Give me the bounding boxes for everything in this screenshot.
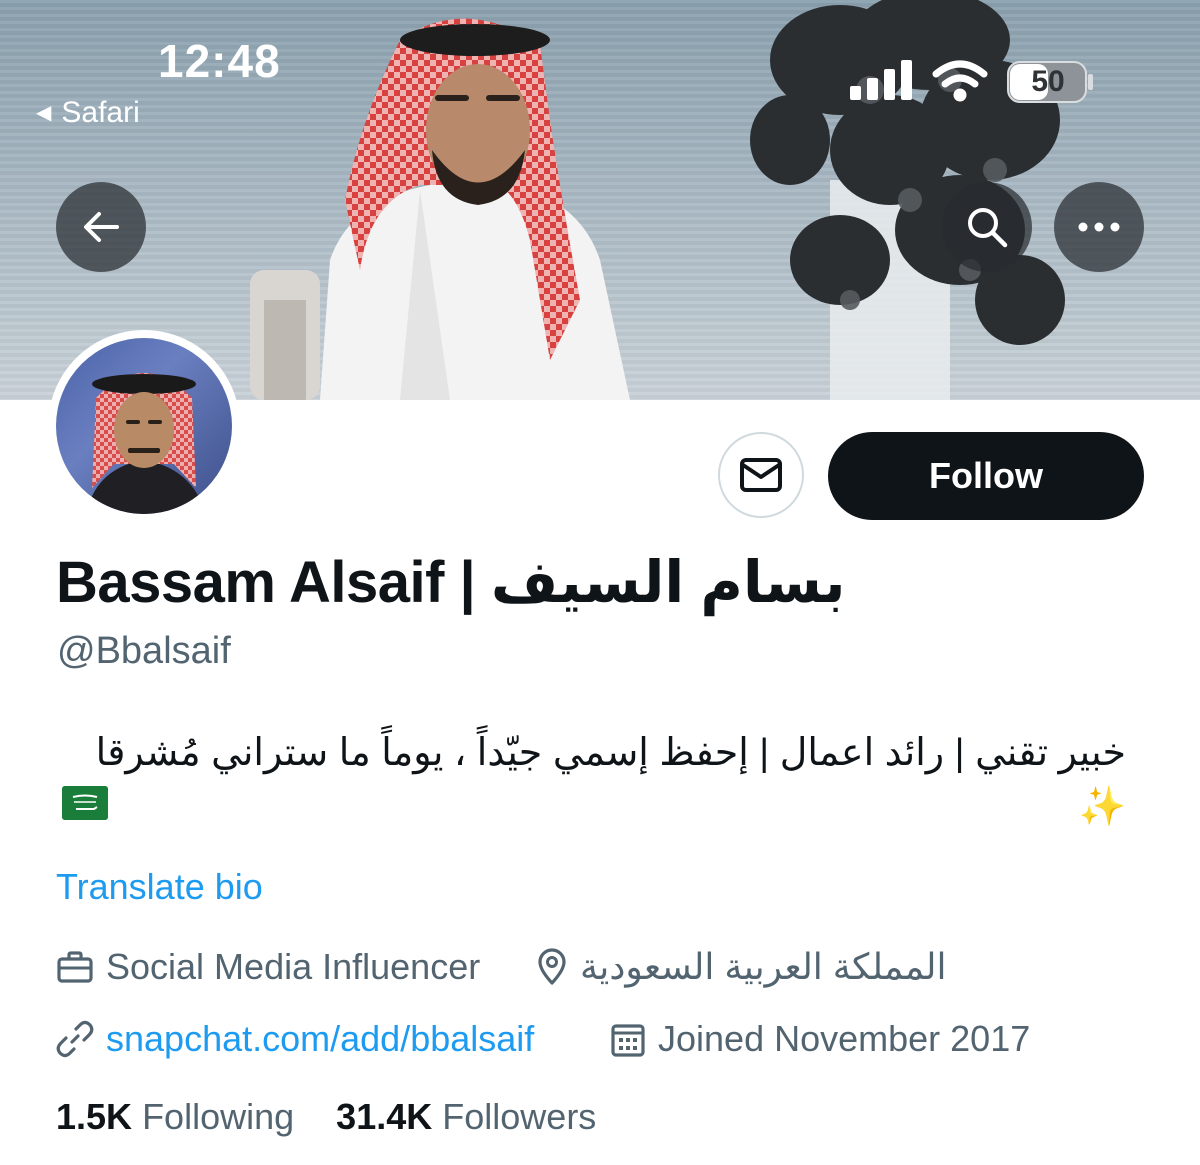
category-label: Social Media Influencer <box>106 946 481 987</box>
handle: @Bbalsaif <box>57 630 231 672</box>
location-label: المملكة العربية السعودية <box>580 946 947 987</box>
joined-label: Joined November 2017 <box>658 1018 1031 1059</box>
back-to-safari[interactable]: ◀ Safari <box>36 96 140 130</box>
bio: خبير تقني | رائد اعمال | إحفظ إسمي جيّدا… <box>95 732 1126 828</box>
avatar <box>56 338 232 514</box>
following-label: Following <box>142 1096 295 1137</box>
message-button[interactable] <box>718 432 804 518</box>
signal-icon <box>850 60 912 100</box>
location-pin-icon <box>538 948 566 985</box>
back-app-label: Safari <box>61 96 140 129</box>
more-button[interactable] <box>1054 182 1144 272</box>
location-item: المملكة العربية السعودية <box>536 946 947 988</box>
following-stat[interactable]: 1.5K Following <box>56 1096 294 1137</box>
website-link[interactable]: snapchat.com/add/bbalsaif <box>106 1018 534 1060</box>
battery-level: 50 <box>1031 65 1065 98</box>
link-icon <box>56 1020 94 1058</box>
follow-stats: 1.5K Following 31.4K Followers <box>56 1096 596 1138</box>
saudi-flag-icon <box>62 786 108 820</box>
following-count: 1.5K <box>56 1096 133 1137</box>
display-name: Bassam Alsaif | بسام السيف <box>56 550 846 615</box>
website-item[interactable]: snapchat.com/add/bbalsaif <box>56 1018 534 1060</box>
mail-icon <box>740 458 782 492</box>
follow-button[interactable]: Follow <box>828 432 1144 520</box>
translate-bio-link[interactable]: Translate bio <box>56 866 263 908</box>
wifi-icon <box>932 60 988 102</box>
back-triangle-icon: ◀ <box>36 102 52 124</box>
joined-item: Joined November 2017 <box>610 1018 1030 1060</box>
back-button[interactable] <box>56 182 146 272</box>
briefcase-icon <box>57 951 93 983</box>
search-button[interactable] <box>942 182 1032 272</box>
back-arrow-icon <box>84 212 119 242</box>
status-time: 12:48 <box>158 35 281 87</box>
category-item: Social Media Influencer <box>56 946 480 988</box>
followers-count: 31.4K <box>336 1096 433 1137</box>
calendar-icon <box>611 1024 645 1057</box>
followers-stat[interactable]: 31.4K Followers <box>336 1096 596 1137</box>
followers-label: Followers <box>442 1096 597 1137</box>
more-icon <box>1078 222 1120 232</box>
search-icon <box>968 208 1008 248</box>
status-icons: 50 <box>850 58 1100 111</box>
avatar-frame[interactable] <box>48 330 240 522</box>
banner-person <box>250 18 630 400</box>
